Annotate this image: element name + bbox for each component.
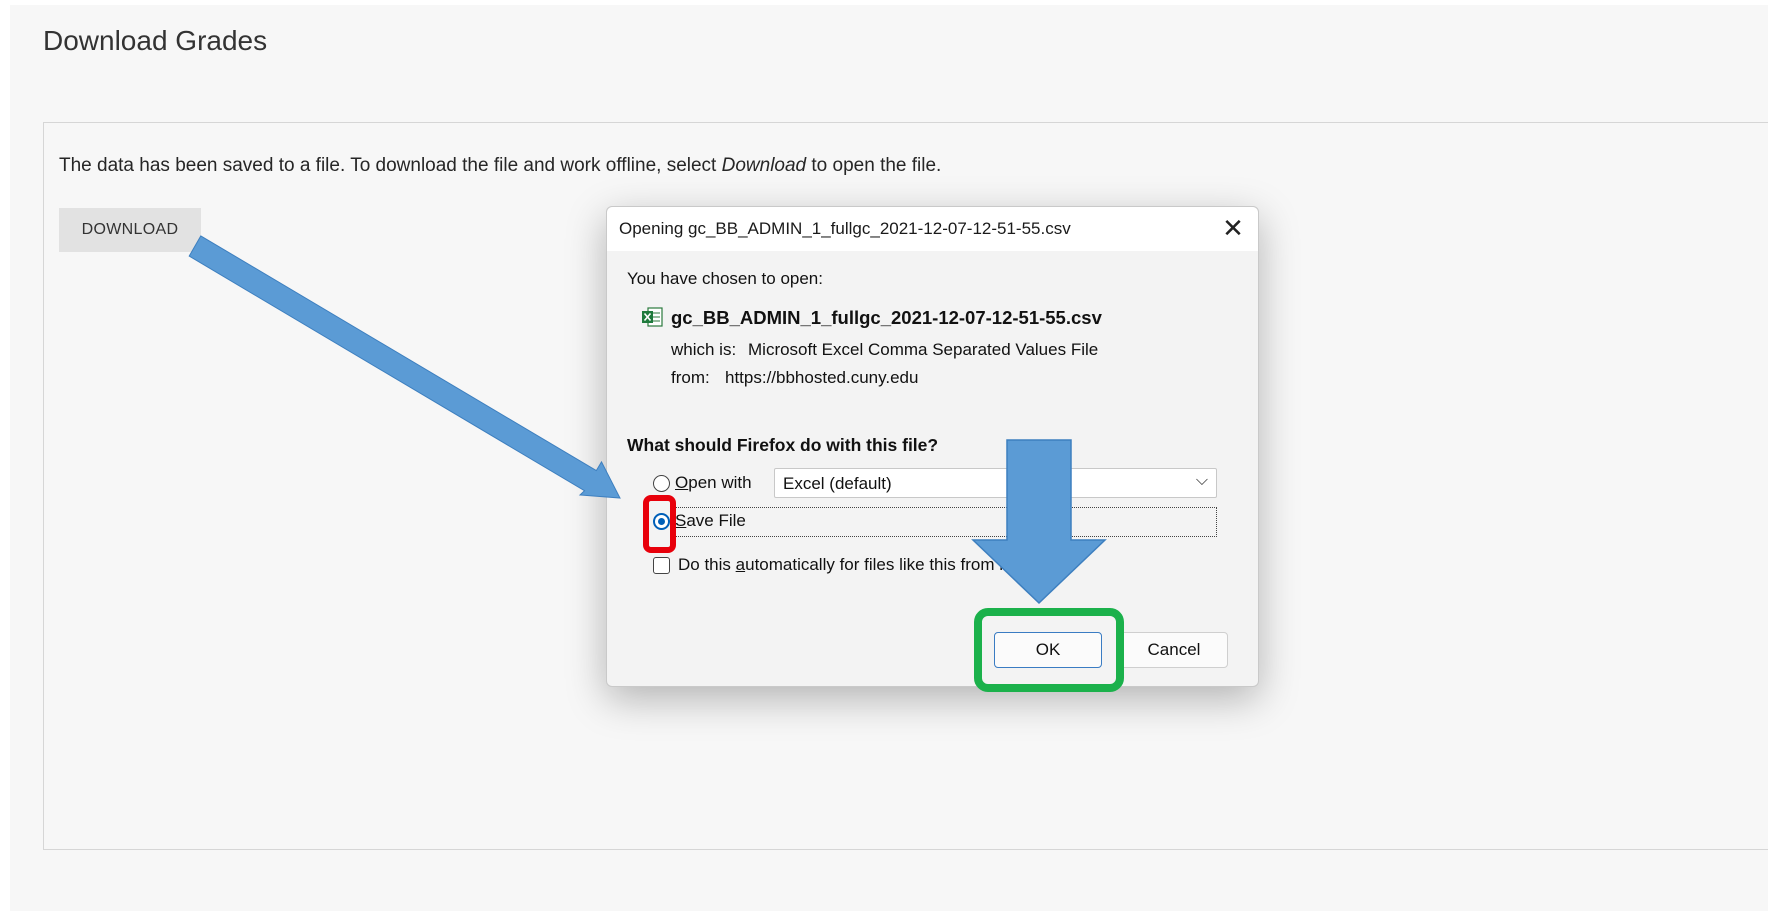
source-url: https://bbhosted.cuny.edu [725,368,919,387]
ok-button[interactable]: OK [994,632,1102,668]
save-file-radio[interactable] [653,513,670,530]
save-file-label-rest: ave File [686,511,746,530]
page-title: Download Grades [43,25,268,56]
intro-text: The data has been saved to a file. To do… [59,155,941,177]
auto-action-checkbox[interactable] [653,557,670,574]
file-open-dialog: Opening gc_BB_ADMIN_1_fullgc_2021-12-07-… [606,206,1259,687]
action-question: What should Firefox do with this file? [627,435,939,455]
file-type-value: Microsoft Excel Comma Separated Values F… [748,340,1099,359]
download-button[interactable]: DOWNLOAD [59,208,201,252]
open-with-radio[interactable] [653,475,670,492]
save-file-focus-outline [673,507,1217,537]
intro-text-emphasis: Download [721,155,807,176]
cancel-button[interactable]: Cancel [1120,632,1228,668]
chevron-down-icon: ⌵ [1195,472,1208,489]
file-name: gc_BB_ADMIN_1_fullgc_2021-12-07-12-51-55… [671,307,1102,328]
dialog-titlebar: Opening gc_BB_ADMIN_1_fullgc_2021-12-07-… [607,207,1258,251]
open-with-label[interactable]: Open with [675,473,752,493]
dialog-title: Opening gc_BB_ADMIN_1_fullgc_2021-12-07-… [619,219,1071,238]
close-icon[interactable]: ✕ [1218,213,1248,243]
save-file-access-key: S [675,511,687,530]
auto-action-label-end: utomatically for files like this from no… [745,555,1059,574]
intro-text-end: to open the file. [806,155,942,176]
intro-text-start: The data has been saved to a file. To do… [59,155,722,176]
selected-app: Excel (default) [783,474,892,493]
which-is-label: which is: [671,340,737,359]
auto-action-label-start: Do this [678,555,736,574]
auto-action-access-key: a [735,555,746,574]
open-with-label-rest: pen with [688,473,752,492]
open-with-access-key: O [675,473,689,492]
excel-file-icon [642,307,663,327]
chosen-label: You have chosen to open: [627,269,823,288]
from-label: from: [671,368,710,387]
save-file-label[interactable]: Save File [675,511,746,531]
auto-action-label[interactable]: Do this automatically for files like thi… [678,555,1059,575]
open-with-app-select[interactable]: Excel (default) ⌵ [774,468,1217,498]
